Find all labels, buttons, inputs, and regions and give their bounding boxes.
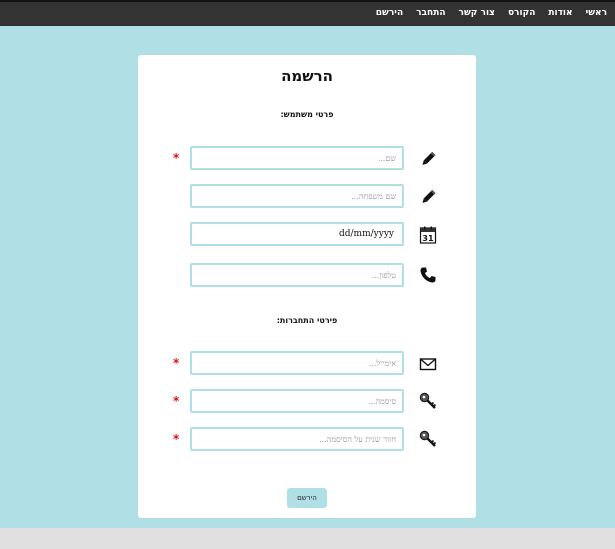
password-input[interactable] <box>190 389 404 413</box>
nav-link-login[interactable]: התחבר <box>416 8 445 18</box>
login-details-heading: פירטי התחברות: <box>276 316 338 325</box>
last-name-input[interactable] <box>190 184 404 208</box>
envelope-icon <box>419 358 437 371</box>
top-navbar: ראשי אודות הקורס צור קשר התחבר הירשם <box>0 0 615 26</box>
email-input[interactable] <box>190 351 404 375</box>
registration-card: הרשמה פרטי משתמש: * dd/mm/yyyy 31 פירטי … <box>138 55 476 518</box>
required-marker: * <box>173 394 180 408</box>
register-submit-button[interactable]: הירשם <box>287 488 327 508</box>
pencil-icon <box>422 151 436 165</box>
required-marker: * <box>173 356 180 370</box>
phone-input[interactable] <box>190 263 404 287</box>
nav-link-register[interactable]: הירשם <box>376 8 403 18</box>
nav-link-contact[interactable]: צור קשר <box>459 8 495 18</box>
key-icon <box>419 430 437 447</box>
calendar-day: 31 <box>422 234 434 243</box>
required-marker: * <box>173 432 180 446</box>
nav-link-home[interactable]: ראשי <box>586 8 607 18</box>
nav-link-about[interactable]: אודות <box>548 8 572 18</box>
user-details-heading: פרטי משתמש: <box>280 110 334 119</box>
first-name-input[interactable] <box>190 146 404 170</box>
calendar-icon: 31 <box>419 226 437 244</box>
required-marker: * <box>173 151 180 165</box>
birthdate-input[interactable]: dd/mm/yyyy <box>190 222 404 246</box>
nav-menu: ראשי אודות הקורס צור קשר התחבר הירשם <box>363 0 607 26</box>
key-icon <box>419 392 437 409</box>
nav-link-course[interactable]: הקורס <box>508 8 535 18</box>
page-title: הרשמה <box>281 67 333 85</box>
phone-icon <box>420 267 436 283</box>
password-repeat-input[interactable] <box>190 427 404 451</box>
pencil-icon <box>422 189 436 203</box>
footer-strip <box>0 528 615 549</box>
